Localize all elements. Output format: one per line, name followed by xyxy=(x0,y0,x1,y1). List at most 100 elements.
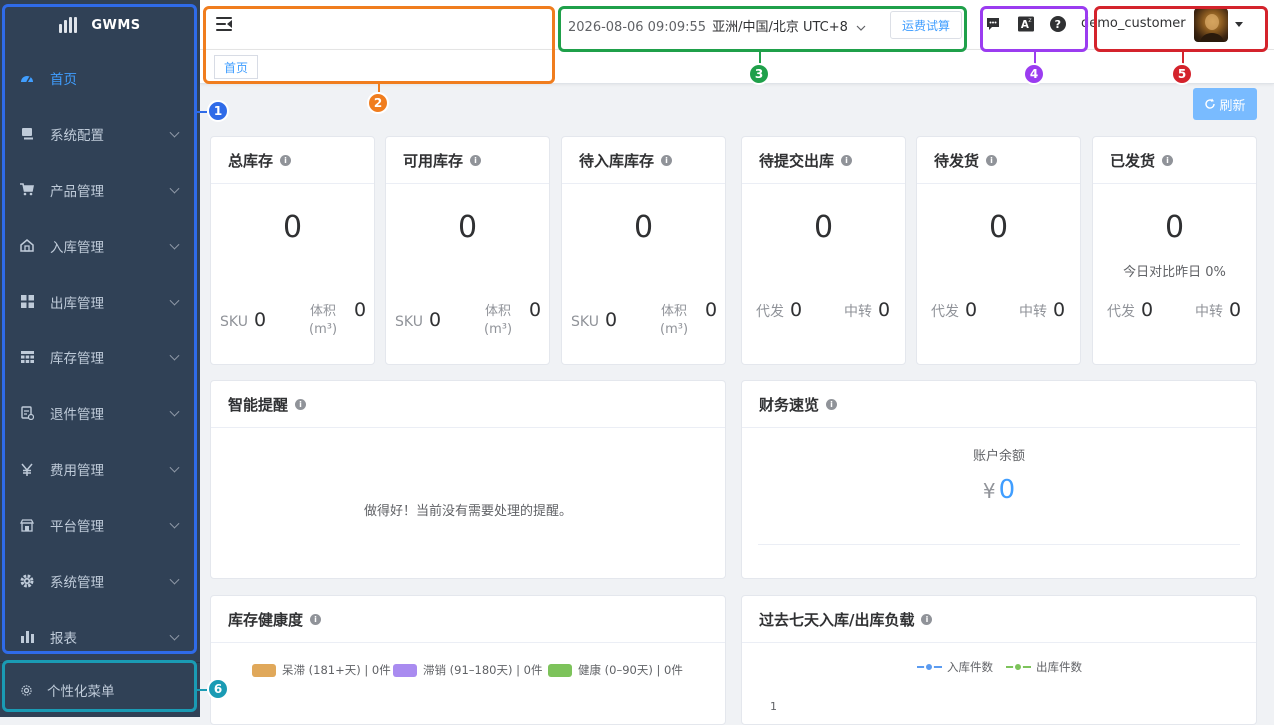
sidebar: GWMS 首页 系统配置 产品管理 入库管理 出库管理 库存管理 退件管理 费用… xyxy=(0,0,200,717)
grid-icon xyxy=(20,295,34,309)
stat-card-available: 可用库存 i 0 SKU 0 体积 (m³) 0 xyxy=(385,136,550,365)
sidebar-item-fees[interactable]: 费用管理 xyxy=(0,441,200,497)
sidebar-item-system-config[interactable]: 系统配置 xyxy=(0,106,200,162)
stat-card-pending-ship: 待发货 i 0 代发 0 中转 0 xyxy=(916,136,1081,365)
sidebar-item-outbound[interactable]: 出库管理 xyxy=(0,274,200,330)
transfer-stat: 中转 0 xyxy=(844,299,891,321)
stat-card-pending-submit: 待提交出库 i 0 代发 0 中转 0 xyxy=(741,136,906,365)
legend-healthy[interactable]: 健康 (0–90天) | 0件 xyxy=(548,662,683,678)
info-icon[interactable]: i xyxy=(921,613,933,625)
legend-outbound[interactable]: 出库件数 xyxy=(1006,659,1082,675)
info-icon[interactable]: i xyxy=(295,398,307,410)
chevron-down-icon xyxy=(169,295,180,306)
sidebar-item-label: 产品管理 xyxy=(50,183,104,200)
info-icon[interactable]: i xyxy=(280,154,292,166)
balance-label: 账户余额 xyxy=(972,449,1025,464)
sidebar-item-home[interactable]: 首页 xyxy=(0,50,200,106)
user-menu-caret-icon[interactable] xyxy=(1235,22,1243,27)
chevron-down-icon xyxy=(169,462,180,473)
logo-icon xyxy=(59,17,78,33)
info-icon[interactable]: i xyxy=(841,154,853,166)
stat-value: 0 xyxy=(633,210,654,245)
sidebar-item-label: 出库管理 xyxy=(50,295,104,312)
stat-card-pending-inbound: 待入库库存 i 0 SKU 0 体积 (m³) 0 xyxy=(561,136,726,365)
chevron-down-icon xyxy=(856,25,866,31)
tags-view-bar xyxy=(200,50,1274,84)
message-icon[interactable] xyxy=(985,16,1001,32)
info-icon[interactable]: i xyxy=(986,154,998,166)
sidebar-item-label: 入库管理 xyxy=(50,239,104,256)
stat-card-shipped: 已发货 i 0 今日对比昨日 0% 代发 0 中转 0 xyxy=(1092,136,1257,365)
annotation-badge-4: 4 xyxy=(1023,63,1045,85)
sku-value: 0 xyxy=(604,309,618,331)
translate-icon[interactable]: AZ xyxy=(1018,16,1034,32)
timezone-label: 亚洲/中国/北京 UTC+8 xyxy=(712,20,848,35)
yen-icon xyxy=(20,462,34,476)
app-name: GWMS xyxy=(91,17,141,33)
sidebar-item-inventory[interactable]: 库存管理 xyxy=(0,329,200,385)
info-icon[interactable]: i xyxy=(661,154,673,166)
current-datetime: 2026-08-06 09:09:55 xyxy=(568,20,707,35)
sidebar-item-returns[interactable]: 退件管理 xyxy=(0,385,200,441)
logo[interactable]: GWMS xyxy=(0,0,200,50)
legend-inbound[interactable]: 入库件数 xyxy=(917,659,993,675)
svg-text:Z: Z xyxy=(1028,18,1031,24)
menu-collapse-icon[interactable] xyxy=(216,17,232,31)
finance-card: 财务速览 i 账户余额 ¥0 xyxy=(741,380,1257,579)
sidebar-item-system[interactable]: 系统管理 xyxy=(0,553,200,609)
dropship-stat: 代发 0 xyxy=(1107,299,1154,321)
cart-icon xyxy=(20,183,34,197)
sidebar-item-label: 退件管理 xyxy=(50,407,104,424)
info-icon[interactable]: i xyxy=(310,613,322,625)
legend-slow[interactable]: 滞销 (91–180天) | 0件 xyxy=(393,662,542,678)
timezone-selector[interactable]: 2026-08-06 09:09:55 亚洲/中国/北京 UTC+8 xyxy=(568,16,866,35)
info-icon[interactable]: i xyxy=(470,154,482,166)
balance-value: ¥0 xyxy=(982,475,1016,505)
chevron-down-icon xyxy=(169,518,180,529)
volume-label: 体积 (m³) xyxy=(484,304,513,337)
transfer-stat: 中转 0 xyxy=(1195,299,1242,321)
card-title: 待发货 xyxy=(934,151,980,170)
sku-label: SKU xyxy=(220,314,248,330)
volume-value: 0 xyxy=(529,299,542,321)
info-icon[interactable]: i xyxy=(826,398,838,410)
freight-calc-button[interactable]: 运费试算 xyxy=(890,11,963,39)
sidebar-item-label: 系统管理 xyxy=(50,574,104,591)
stat-value: 0 xyxy=(988,210,1009,245)
annotation-badge-5: 5 xyxy=(1171,63,1193,85)
transfer-stat: 中转 0 xyxy=(1019,299,1066,321)
card-title: 过去七天入库/出库负载 xyxy=(759,610,915,629)
stat-value: 0 xyxy=(813,210,834,245)
chevron-down-icon xyxy=(169,351,180,361)
chevron-down-icon xyxy=(169,183,180,194)
sidebar-item-platforms[interactable]: 平台管理 xyxy=(0,497,200,553)
personalize-menu-label: 个性化菜单 xyxy=(47,684,115,700)
sidebar-item-label: 费用管理 xyxy=(50,463,104,480)
sidebar-item-products[interactable]: 产品管理 xyxy=(0,162,200,218)
warehouse-in-icon xyxy=(20,239,34,253)
sidebar-item-inbound[interactable]: 入库管理 xyxy=(0,218,200,274)
sku-stat: SKU 0 xyxy=(395,309,441,331)
bar-chart-icon xyxy=(20,630,34,644)
sidebar-item-reports[interactable]: 报表 xyxy=(0,609,200,665)
card-title: 总库存 xyxy=(228,151,274,170)
volume-value: 0 xyxy=(705,299,718,321)
refresh-label: 刷新 xyxy=(1219,98,1246,114)
legend-stagnant[interactable]: 呆滞 (181+天) | 0件 xyxy=(252,662,391,678)
tag-home[interactable]: 首页 xyxy=(214,55,259,79)
card-title: 待入库库存 xyxy=(579,151,655,170)
help-icon[interactable]: ? xyxy=(1050,16,1066,32)
card-title: 库存健康度 xyxy=(228,610,304,629)
username[interactable]: demo_customer xyxy=(1081,16,1186,31)
info-icon[interactable]: i xyxy=(1162,154,1174,166)
table-icon xyxy=(20,350,34,364)
personalize-menu-button[interactable]: 个性化菜单 xyxy=(0,662,200,717)
store-icon xyxy=(20,518,34,532)
avatar[interactable] xyxy=(1194,8,1228,42)
refresh-button[interactable]: 刷新 xyxy=(1193,88,1257,120)
smart-alerts-card: 智能提醒 i 做得好！当前没有需要处理的提醒。 xyxy=(210,380,726,579)
sidebar-item-label: 报表 xyxy=(50,630,77,647)
stat-card-total: 总库存 i 0 SKU 0 体积 (m³) 0 xyxy=(210,136,375,365)
sku-value: 0 xyxy=(253,309,267,331)
dropship-stat: 代发 0 xyxy=(756,299,803,321)
